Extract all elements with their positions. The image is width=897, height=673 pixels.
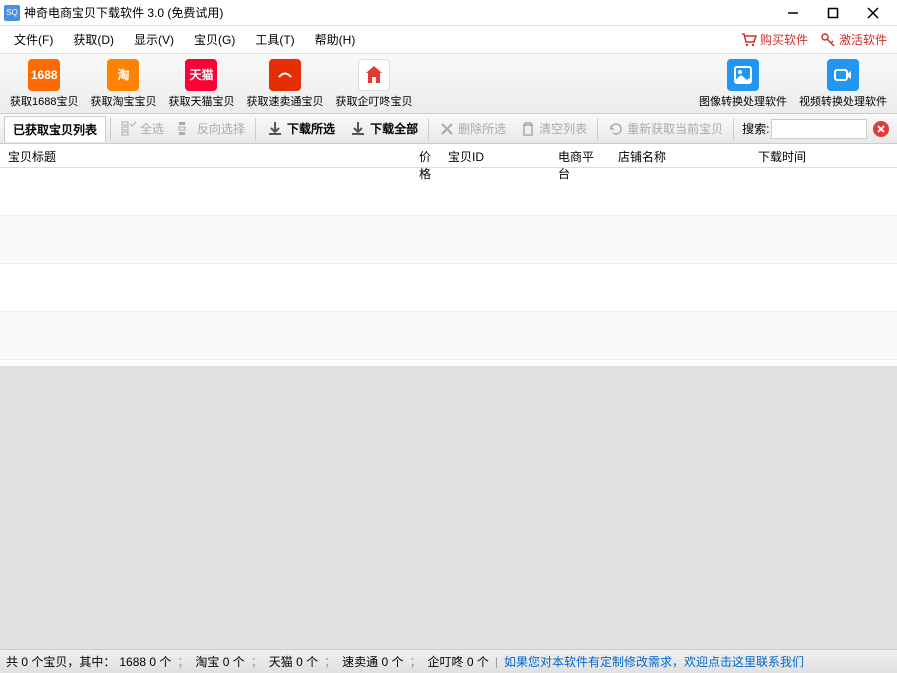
fetch-aliexpress-button[interactable]: 获取速卖通宝贝 <box>240 57 329 111</box>
clear-list-button[interactable]: 清空列表 <box>514 118 593 139</box>
detail-pane <box>0 366 897 649</box>
search-input[interactable] <box>771 119 867 139</box>
icon-aliexpress <box>269 59 301 91</box>
col-platform[interactable]: 电商平台 <box>550 144 610 167</box>
tab-fetched-list[interactable]: 已获取宝贝列表 <box>4 116 106 142</box>
trash-icon <box>520 121 536 137</box>
separator <box>597 118 598 140</box>
label-qidingdong: 获取企叮咚宝贝 <box>335 93 412 109</box>
buy-software-button[interactable]: 购买软件 <box>735 29 814 50</box>
titlebar: SQ 神奇电商宝贝下载软件 3.0 (免费试用) <box>0 0 897 26</box>
table-row <box>0 168 897 216</box>
fetch-qidingdong-button[interactable]: 获取企叮咚宝贝 <box>329 57 418 111</box>
separator <box>110 118 111 140</box>
table-row <box>0 312 897 360</box>
table-body <box>0 168 897 366</box>
invert-icon <box>178 121 194 137</box>
search-label: 搜索: <box>742 120 769 137</box>
label-video-converter: 视频转换处理软件 <box>799 93 887 109</box>
select-all-button[interactable]: 全选 <box>115 118 170 139</box>
close-icon <box>876 124 886 134</box>
cart-icon <box>741 32 757 48</box>
image-converter-button[interactable]: 图像转换处理软件 <box>693 57 793 111</box>
status-tmall: 天猫 0 个 <box>269 653 318 670</box>
video-converter-button[interactable]: 视频转换处理软件 <box>793 57 893 111</box>
icon-tmall: 天猫 <box>185 59 217 91</box>
close-button[interactable] <box>853 0 893 26</box>
app-title: 神奇电商宝贝下载软件 3.0 (免费试用) <box>24 4 773 21</box>
menu-fetch[interactable]: 获取(D) <box>63 27 124 52</box>
contact-link[interactable]: 如果您对本软件有定制修改需求，欢迎点击这里联系我们 <box>504 653 804 670</box>
delete-selected-button[interactable]: 删除所选 <box>433 118 512 139</box>
invert-selection-button[interactable]: 反向选择 <box>172 118 251 139</box>
col-shop[interactable]: 店铺名称 <box>610 144 750 167</box>
fetch-taobao-button[interactable]: 淘 获取淘宝宝贝 <box>84 57 162 111</box>
menu-file[interactable]: 文件(F) <box>4 27 63 52</box>
toolbar: 1688 获取1688宝贝 淘 获取淘宝宝贝 天猫 获取天猫宝贝 获取速卖通宝贝… <box>0 54 897 114</box>
table-row <box>0 264 897 312</box>
buy-label: 购买软件 <box>760 31 808 48</box>
col-id[interactable]: 宝贝ID <box>440 144 550 167</box>
status-1688: 1688 0 个 <box>119 653 171 670</box>
status-separator: | <box>495 655 498 669</box>
delete-icon <box>439 121 455 137</box>
label-tmall: 获取天猫宝贝 <box>168 93 234 109</box>
status-taobao: 淘宝 0 个 <box>195 653 244 670</box>
icon-1688: 1688 <box>28 59 60 91</box>
label-taobao: 获取淘宝宝贝 <box>90 93 156 109</box>
col-time[interactable]: 下载时间 <box>750 144 897 167</box>
icon-qidingdong <box>358 59 390 91</box>
select-all-icon <box>121 121 137 137</box>
fetch-1688-button[interactable]: 1688 获取1688宝贝 <box>4 57 84 111</box>
menu-view[interactable]: 显示(V) <box>124 27 184 52</box>
download-all-button[interactable]: 下载全部 <box>343 118 424 140</box>
separator <box>428 118 429 140</box>
col-title[interactable]: 宝贝标题 <box>0 144 400 167</box>
icon-taobao: 淘 <box>107 59 139 91</box>
menu-help[interactable]: 帮助(H) <box>305 27 366 52</box>
download-selected-button[interactable]: 下载所选 <box>260 118 341 140</box>
download-all-icon <box>349 120 367 138</box>
app-icon: SQ <box>4 5 20 21</box>
menu-tools[interactable]: 工具(T) <box>245 27 304 52</box>
activate-label: 激活软件 <box>839 31 887 48</box>
separator <box>255 118 256 140</box>
image-icon <box>727 59 759 91</box>
label-image-converter: 图像转换处理软件 <box>699 93 787 109</box>
refresh-icon <box>608 121 624 137</box>
menubar: 文件(F) 获取(D) 显示(V) 宝贝(G) 工具(T) 帮助(H) 购买软件… <box>0 26 897 54</box>
separator <box>733 118 734 140</box>
label-aliexpress: 获取速卖通宝贝 <box>246 93 323 109</box>
menu-item[interactable]: 宝贝(G) <box>184 27 245 52</box>
maximize-button[interactable] <box>813 0 853 26</box>
secondbar: 已获取宝贝列表 全选 反向选择 下载所选 下载全部 删除所选 清空列表 重新获取… <box>0 114 897 144</box>
col-price[interactable]: 价格 <box>400 144 440 167</box>
label-1688: 获取1688宝贝 <box>10 93 78 109</box>
statusbar: 共 0 个宝贝，其中： 1688 0 个； 淘宝 0 个； 天猫 0 个； 速卖… <box>0 649 897 673</box>
video-icon <box>827 59 859 91</box>
table-header: 宝贝标题 价格 宝贝ID 电商平台 店铺名称 下载时间 <box>0 144 897 168</box>
download-icon <box>266 120 284 138</box>
status-qidingdong: 企叮咚 0 个 <box>427 653 488 670</box>
activate-software-button[interactable]: 激活软件 <box>814 29 893 50</box>
fetch-tmall-button[interactable]: 天猫 获取天猫宝贝 <box>162 57 240 111</box>
clear-search-button[interactable] <box>873 121 889 137</box>
status-total: 共 0 个宝贝，其中： <box>6 653 115 670</box>
refetch-button[interactable]: 重新获取当前宝贝 <box>602 118 729 139</box>
status-aliexpress: 速卖通 0 个 <box>342 653 403 670</box>
table-row <box>0 216 897 264</box>
minimize-button[interactable] <box>773 0 813 26</box>
key-icon <box>820 32 836 48</box>
